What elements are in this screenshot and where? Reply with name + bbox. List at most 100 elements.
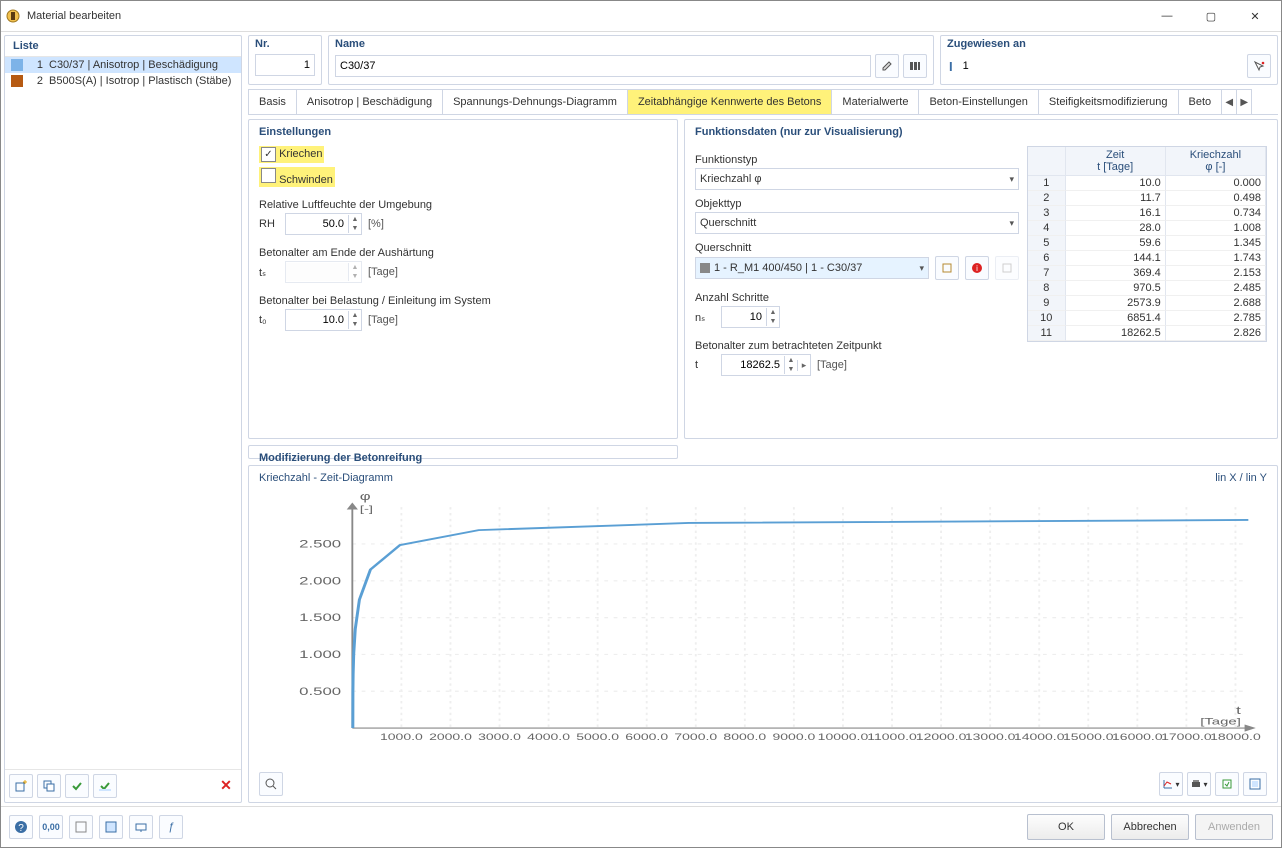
print-button[interactable]: ▾ [1187, 772, 1211, 796]
check-green-button[interactable] [65, 774, 89, 798]
ts-symbol: tₛ [259, 266, 279, 279]
table-row[interactable]: 110.00.000 [1028, 176, 1266, 191]
material-list-panel: Liste 1C30/37 | Anisotrop | Beschädigung… [4, 35, 242, 803]
minimize-button[interactable]: — [1145, 2, 1189, 30]
table-row[interactable]: 1118262.52.826 [1028, 326, 1266, 341]
rh-unit: [%] [368, 218, 384, 230]
svg-text:[-]: [-] [360, 504, 373, 515]
svg-text:10000.0: 10000.0 [818, 732, 869, 742]
apply-button: Anwenden [1195, 814, 1273, 840]
table-row[interactable]: 428.01.008 [1028, 221, 1266, 236]
tab-nav[interactable]: ◀ [1222, 89, 1237, 114]
svg-text:2.000: 2.000 [299, 575, 341, 587]
nr-field-group: Nr. [248, 35, 322, 85]
axis-toggle-button[interactable]: ▾ [1159, 772, 1183, 796]
steps-input[interactable]: ▲▼ [721, 306, 780, 328]
chart-canvas: 0.5001.0001.5002.0002.5001000.02000.0300… [259, 486, 1267, 768]
list-header: Liste [5, 36, 241, 57]
table-row[interactable]: 7369.42.153 [1028, 266, 1266, 281]
cs-disabled-button [995, 256, 1019, 280]
svg-text:i: i [976, 264, 978, 273]
assigned-input[interactable] [959, 55, 1241, 77]
export-button[interactable] [1215, 772, 1239, 796]
sidebar-item[interactable]: 2B500S(A) | Isotrop | Plastisch (Stäbe) [5, 73, 241, 89]
svg-text:2.500: 2.500 [299, 538, 341, 550]
cs-info-button[interactable]: i [965, 256, 989, 280]
creep-checkbox[interactable]: ✓ [261, 147, 276, 162]
ftype-select[interactable]: Kriechzahl φ▾ [695, 168, 1019, 190]
svg-text:11000.0: 11000.0 [867, 732, 917, 742]
ts-label: Betonalter am Ende der Aushärtung [259, 247, 667, 259]
svg-text:8000.0: 8000.0 [723, 732, 766, 742]
cs-select[interactable]: 1 - R_M1 400/450 | 1 - C30/37▾ [695, 257, 929, 279]
svg-text:15000.0: 15000.0 [1063, 732, 1114, 742]
assigned-field-group: Zugewiesen an I [940, 35, 1278, 85]
delete-item-button[interactable]: ✕ [215, 774, 237, 796]
otype-select[interactable]: Querschnitt▾ [695, 212, 1019, 234]
close-button[interactable]: ✕ [1233, 2, 1277, 30]
function-header: Funktionsdaten (nur zur Visualisierung) [695, 126, 1267, 138]
chart-axis-mode[interactable]: lin X / lin Y [1215, 472, 1267, 484]
units-button[interactable]: 0,00 [39, 815, 63, 839]
edit-name-button[interactable] [875, 54, 899, 78]
table-row[interactable]: 6144.11.743 [1028, 251, 1266, 266]
cs-library-button[interactable] [935, 256, 959, 280]
tab[interactable]: Basis [249, 89, 297, 114]
tab[interactable]: Spannungs-Dehnungs-Diagramm [443, 89, 628, 114]
name-field-group: Name [328, 35, 934, 85]
tab-nav[interactable]: ▶ [1237, 89, 1252, 114]
tab[interactable]: Beto [1179, 89, 1223, 114]
script-button[interactable]: ƒ [159, 815, 183, 839]
material-list[interactable]: 1C30/37 | Anisotrop | Beschädigung2B500S… [5, 57, 241, 769]
tab[interactable]: Beton-Einstellungen [919, 89, 1038, 114]
rh-symbol: RH [259, 218, 279, 230]
cs-label: Querschnitt [695, 242, 1019, 254]
function-data-panel: Funktionsdaten (nur zur Visualisierung) … [684, 119, 1278, 439]
t0-input[interactable]: ▲▼ [285, 309, 362, 331]
tab[interactable]: Zeitabhängige Kennwerte des Betons [628, 89, 832, 114]
display-button[interactable] [129, 815, 153, 839]
copy-item-button[interactable] [37, 774, 61, 798]
svg-text:13000.0: 13000.0 [965, 732, 1016, 742]
t-unit: [Tage] [817, 359, 847, 371]
table-row[interactable]: 316.10.734 [1028, 206, 1266, 221]
shrink-checkbox[interactable] [261, 168, 276, 183]
table-row[interactable]: 106851.42.785 [1028, 311, 1266, 326]
zoom-button[interactable] [259, 772, 283, 796]
table-row[interactable]: 92573.92.688 [1028, 296, 1266, 311]
svg-text:[Tage]: [Tage] [1200, 716, 1241, 727]
dialog-footer: ? 0,00 ƒ OK Abbrechen Anwenden [1, 806, 1281, 847]
svg-text:1000.0: 1000.0 [380, 732, 423, 742]
cancel-button[interactable]: Abbrechen [1111, 814, 1189, 840]
svg-text:6000.0: 6000.0 [625, 732, 668, 742]
svg-text:t: t [1236, 704, 1241, 716]
settings-panel: Einstellungen ✓ Kriechen Schwinden Relat… [248, 119, 678, 439]
grid-button[interactable] [69, 815, 93, 839]
sidebar-item[interactable]: 1C30/37 | Anisotrop | Beschädigung [5, 57, 241, 73]
t-input[interactable]: ▲▼▸ [721, 354, 811, 376]
creep-label: Kriechen [279, 148, 322, 160]
help-button[interactable]: ? [9, 815, 33, 839]
pick-assigned-button[interactable] [1247, 54, 1271, 78]
nr-input[interactable] [255, 54, 315, 76]
new-item-button[interactable] [9, 774, 33, 798]
layers-button[interactable] [99, 815, 123, 839]
ok-button[interactable]: OK [1027, 814, 1105, 840]
tab[interactable]: Anisotrop | Beschädigung [297, 89, 443, 114]
svg-text:9000.0: 9000.0 [773, 732, 816, 742]
expand-button[interactable] [1243, 772, 1267, 796]
t-label: Betonalter zum betrachteten Zeitpunkt [695, 340, 1019, 352]
svg-text:1.500: 1.500 [299, 611, 341, 623]
check-alt-button[interactable] [93, 774, 117, 798]
window-title: Material bearbeiten [27, 10, 1145, 22]
name-input[interactable] [335, 55, 871, 77]
rh-input[interactable]: ▲▼ [285, 213, 362, 235]
tab[interactable]: Steifigkeitsmodifizierung [1039, 89, 1179, 114]
maximize-button[interactable]: ▢ [1189, 2, 1233, 30]
t-symbol: t [695, 359, 715, 371]
table-row[interactable]: 559.61.345 [1028, 236, 1266, 251]
table-row[interactable]: 8970.52.485 [1028, 281, 1266, 296]
tab[interactable]: Materialwerte [832, 89, 919, 114]
library-button[interactable] [903, 54, 927, 78]
table-row[interactable]: 211.70.498 [1028, 191, 1266, 206]
